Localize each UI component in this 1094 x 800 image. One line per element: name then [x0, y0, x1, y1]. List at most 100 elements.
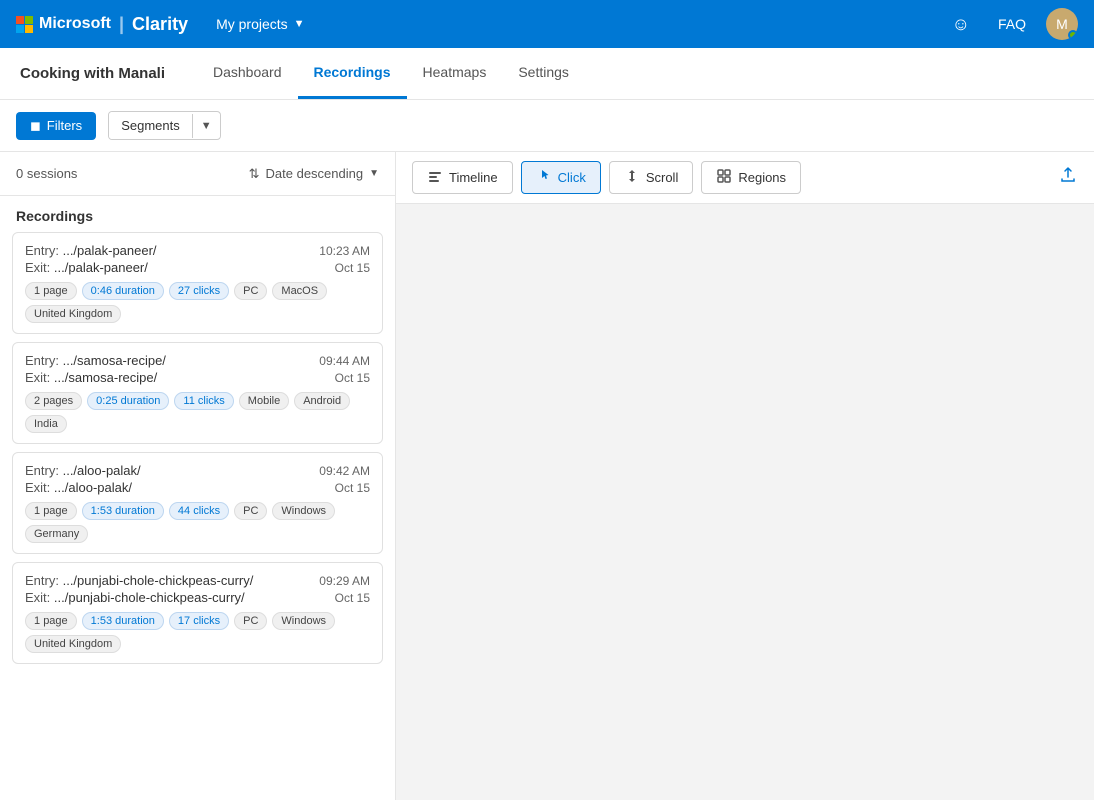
tag-device-3: PC — [234, 502, 267, 520]
tag-clicks-4: 17 clicks — [169, 612, 229, 630]
tag-duration-4: 1:53 duration — [82, 612, 164, 630]
export-icon — [1058, 165, 1078, 190]
tab-heatmaps[interactable]: Heatmaps — [407, 48, 503, 99]
microsoft-logo: Microsoft — [16, 15, 111, 33]
main-content: 0 sessions ⇅ Date descending ▼ Recording… — [0, 152, 1094, 800]
tag-country-1: United Kingdom — [25, 305, 121, 323]
right-panel: Timeline Click — [396, 152, 1094, 800]
playback-toolbar: Timeline Click — [396, 152, 1094, 204]
project-title: Cooking with Manali — [20, 65, 165, 82]
sessions-count: 0 sessions — [16, 166, 77, 181]
click-label: Click — [558, 170, 586, 185]
segments-label: Segments — [109, 112, 192, 139]
left-panel: 0 sessions ⇅ Date descending ▼ Recording… — [0, 152, 396, 800]
filter-toolbar: ◼ Filters Segments ▼ — [0, 100, 1094, 152]
faq-button[interactable]: FAQ — [990, 12, 1034, 36]
scroll-button[interactable]: Scroll — [609, 161, 694, 194]
smiley-icon-button[interactable]: ☺ — [944, 10, 978, 39]
main-nav-tabs: Dashboard Recordings Heatmaps Settings — [197, 48, 585, 99]
tag-device-1: PC — [234, 282, 267, 300]
recording-date-4: Oct 15 — [335, 591, 370, 605]
recordings-header: Recordings — [0, 196, 395, 232]
regions-button[interactable]: Regions — [701, 161, 801, 194]
entry-path-3: Entry: .../aloo-palak/ — [25, 463, 141, 478]
recording-time-3: 09:42 AM — [319, 464, 370, 478]
brand-divider: | — [119, 14, 124, 35]
tag-country-4: United Kingdom — [25, 635, 121, 653]
filter-icon: ◼ — [30, 118, 41, 134]
regions-label: Regions — [738, 170, 786, 185]
ms-grid-icon — [16, 16, 33, 33]
recording-tags-1: 1 page 0:46 duration 27 clicks PC MacOS … — [25, 282, 370, 323]
scroll-label: Scroll — [646, 170, 679, 185]
sort-chevron-icon: ▼ — [369, 168, 379, 179]
tag-os-4: Windows — [272, 612, 335, 630]
recording-tags-4: 1 page 1:53 duration 17 clicks PC Window… — [25, 612, 370, 653]
tag-os-2: Android — [294, 392, 350, 410]
recording-date-2: Oct 15 — [335, 371, 370, 385]
tag-pages-4: 1 page — [25, 612, 77, 630]
my-projects-button[interactable]: My projects ▼ — [208, 12, 312, 36]
timeline-icon — [427, 168, 443, 187]
segments-chevron-icon: ▼ — [192, 114, 220, 138]
brand-logo: Microsoft | Clarity — [16, 14, 188, 35]
tag-os-3: Windows — [272, 502, 335, 520]
tab-settings[interactable]: Settings — [502, 48, 585, 99]
filters-button[interactable]: ◼ Filters — [16, 112, 96, 140]
recording-card[interactable]: Entry: .../aloo-palak/ 09:42 AM Exit: ..… — [12, 452, 383, 554]
recording-card[interactable]: Entry: .../punjabi-chole-chickpeas-curry… — [12, 562, 383, 664]
my-projects-label: My projects — [216, 16, 288, 32]
avatar-initials: M — [1056, 16, 1068, 32]
exit-path-4: Exit: .../punjabi-chole-chickpeas-curry/ — [25, 590, 245, 605]
top-navigation: Microsoft | Clarity My projects ▼ ☺ FAQ … — [0, 0, 1094, 48]
sessions-bar: 0 sessions ⇅ Date descending ▼ — [0, 152, 395, 196]
sort-label: Date descending — [266, 166, 364, 181]
recordings-list: Recordings Entry: .../palak-paneer/ 10:2… — [0, 196, 395, 800]
tag-os-1: MacOS — [272, 282, 327, 300]
recording-tags-3: 1 page 1:53 duration 44 clicks PC Window… — [25, 502, 370, 543]
faq-label: FAQ — [998, 16, 1026, 32]
recording-card[interactable]: Entry: .../samosa-recipe/ 09:44 AM Exit:… — [12, 342, 383, 444]
click-icon — [536, 168, 552, 187]
tag-country-2: India — [25, 415, 67, 433]
microsoft-label: Microsoft — [39, 15, 111, 33]
timeline-button[interactable]: Timeline — [412, 161, 513, 194]
click-button[interactable]: Click — [521, 161, 601, 194]
segments-button[interactable]: Segments ▼ — [108, 111, 220, 140]
tab-recordings[interactable]: Recordings — [298, 48, 407, 99]
smiley-icon: ☺ — [952, 14, 970, 35]
entry-path-2: Entry: .../samosa-recipe/ — [25, 353, 166, 368]
clarity-label: Clarity — [132, 14, 188, 35]
tag-device-2: Mobile — [239, 392, 289, 410]
chevron-down-icon: ▼ — [294, 18, 305, 30]
sort-button[interactable]: ⇅ Date descending ▼ — [249, 166, 379, 182]
recording-date-3: Oct 15 — [335, 481, 370, 495]
recording-time-1: 10:23 AM — [319, 244, 370, 258]
exit-path-3: Exit: .../aloo-palak/ — [25, 480, 132, 495]
export-button[interactable] — [1058, 165, 1078, 190]
recording-card[interactable]: Entry: .../palak-paneer/ 10:23 AM Exit: … — [12, 232, 383, 334]
tag-pages-3: 1 page — [25, 502, 77, 520]
sort-icon: ⇅ — [249, 166, 260, 182]
tag-clicks-2: 11 clicks — [174, 392, 233, 410]
recording-tags-2: 2 pages 0:25 duration 11 clicks Mobile A… — [25, 392, 370, 433]
regions-icon — [716, 168, 732, 187]
playback-area — [396, 204, 1094, 800]
avatar[interactable]: M — [1046, 8, 1078, 40]
tag-clicks-3: 44 clicks — [169, 502, 229, 520]
recording-time-2: 09:44 AM — [319, 354, 370, 368]
timeline-label: Timeline — [449, 170, 498, 185]
tag-duration-3: 1:53 duration — [82, 502, 164, 520]
exit-path-1: Exit: .../palak-paneer/ — [25, 260, 148, 275]
tag-duration-1: 0:46 duration — [82, 282, 164, 300]
filters-label: Filters — [47, 118, 82, 133]
tag-pages-1: 1 page — [25, 282, 77, 300]
tag-country-3: Germany — [25, 525, 88, 543]
entry-path-4: Entry: .../punjabi-chole-chickpeas-curry… — [25, 573, 253, 588]
recording-time-4: 09:29 AM — [319, 574, 370, 588]
tab-dashboard[interactable]: Dashboard — [197, 48, 298, 99]
tag-device-4: PC — [234, 612, 267, 630]
tag-pages-2: 2 pages — [25, 392, 82, 410]
avatar-online-badge — [1068, 30, 1078, 40]
scroll-icon — [624, 168, 640, 187]
